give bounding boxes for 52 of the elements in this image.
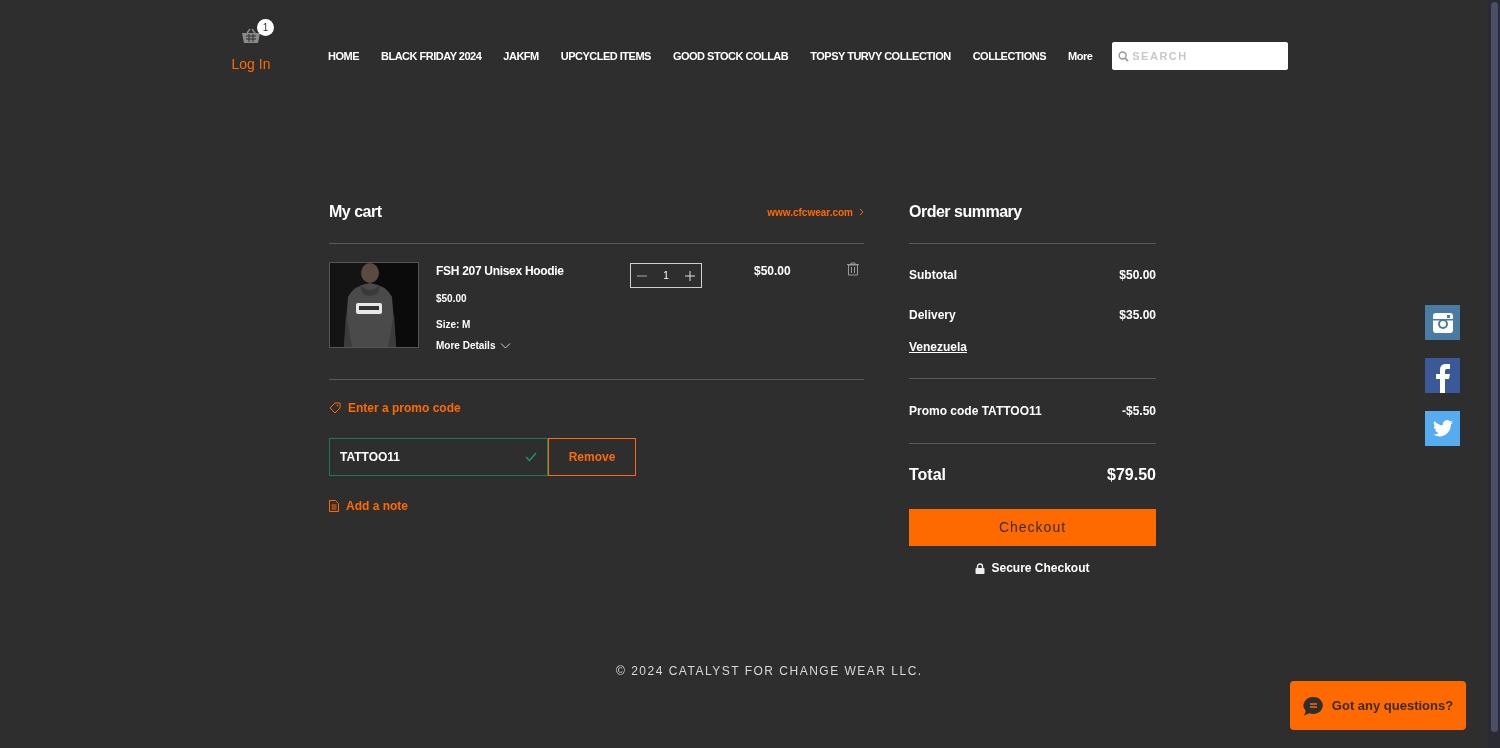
quantity-stepper[interactable]: 1 [630,263,702,288]
cart-count-badge: 1 [257,18,274,36]
promo-label: Promo code TATTOO11 [909,403,1042,420]
subtotal-value: $50.00 [1119,267,1156,284]
scrollbar[interactable] [1488,0,1500,748]
nav-link[interactable]: GOOD STOCK COLLAB [672,47,789,65]
nav-link[interactable]: HOME [328,47,359,65]
line-total: $50.00 [754,263,791,280]
product-size: Size: M [436,318,472,332]
cart-title: My cart [329,202,382,222]
plus-icon[interactable] [685,270,695,281]
chat-button[interactable]: Got any questions? [1290,681,1466,730]
checkmark-icon [525,452,537,462]
chevron-right-icon [859,208,864,216]
promo-discount: -$5.50 [1121,403,1156,420]
nav-link[interactable]: BLACK FRIDAY 2024 [381,47,482,65]
add-note-link[interactable]: Add a note [329,497,408,515]
nav-link[interactable]: COLLECTIONS [972,47,1046,65]
chat-bubble-icon [1302,695,1324,716]
note-icon [329,500,339,512]
product-name[interactable]: FSH 207 Unisex Hoodie [436,262,616,280]
lock-icon [975,562,986,574]
copyright-text: © 2024 CATALYST FOR CHANGE WEAR LLC. [616,663,924,680]
nav-link[interactable]: JAKFM [503,47,539,65]
secure-checkout-text: Secure Checkout [991,560,1090,577]
delivery-country-link[interactable]: Venezuela [909,338,968,356]
delivery-value: $35.00 [1119,307,1156,324]
delivery-label: Delivery [909,307,956,324]
facebook-icon[interactable] [1425,358,1460,393]
basket-icon[interactable] [241,27,261,44]
nav-link[interactable]: TOPSY TURVY COLLECTION [810,47,951,65]
quantity-value: 1 [663,269,669,283]
subtotal-label: Subtotal [909,267,957,284]
summary-title: Order summary [909,202,1022,222]
tag-icon [329,402,341,414]
checkout-button[interactable]: Checkout [909,509,1156,546]
remove-button[interactable]: Remove [548,438,636,476]
nav-link[interactable]: More [1068,47,1093,65]
promo-code-field[interactable]: TATTOO11 [329,438,548,476]
product-price: $50.00 [436,292,468,306]
instagram-icon[interactable] [1425,305,1460,340]
total-label: Total [909,465,947,485]
trash-icon[interactable] [847,262,859,276]
login-link[interactable]: Log In [231,53,271,75]
more-details-button[interactable]: More Details [436,338,512,353]
total-value: $79.50 [1107,465,1156,485]
search-icon [1118,51,1130,62]
promo-code-value: TATTOO11 [340,449,401,466]
site-link[interactable]: www.cfcwear.com [767,204,864,220]
nav-link[interactable]: UPCYCLED ITEMS [560,47,651,65]
promo-code-link[interactable]: Enter a promo code [329,399,461,417]
chevron-down-icon [500,342,512,349]
